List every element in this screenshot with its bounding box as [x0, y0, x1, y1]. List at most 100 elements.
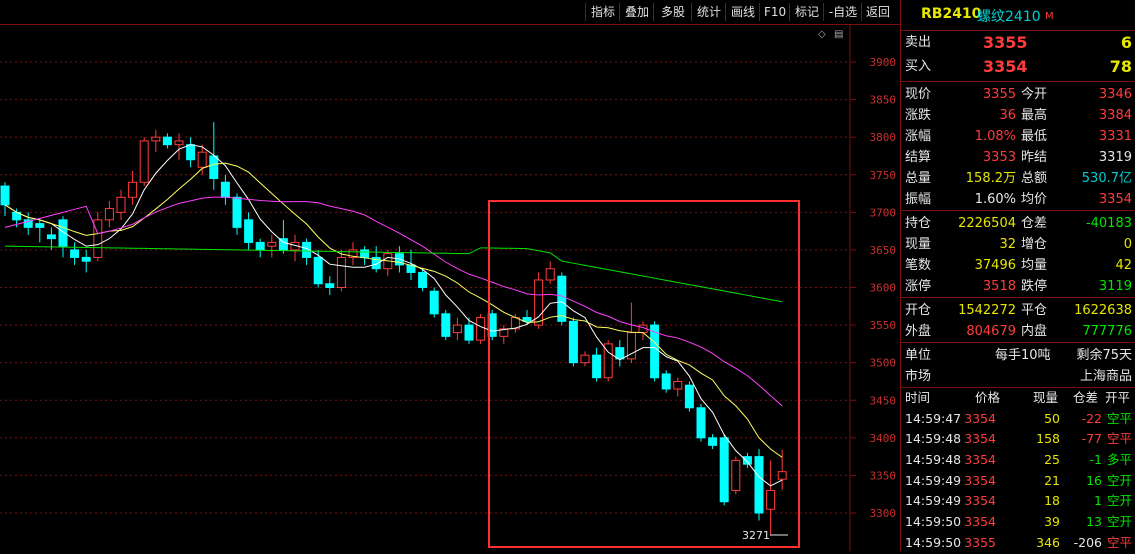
candle-body — [58, 219, 68, 247]
candle-body — [232, 196, 242, 228]
y-tick-label: 3600 — [870, 282, 897, 295]
quote-stats: 现价 3355 今开 3346 涨跌 36 最高 3384 涨幅 1.08% 最低 3331 结算 335… — [901, 82, 1135, 211]
candle-body — [708, 437, 718, 446]
y-tick-label: 3400 — [870, 432, 897, 445]
trade-header-cell: 仓差 — [1073, 390, 1099, 405]
quote-label: 结算 — [905, 150, 932, 165]
quote-value: 1.08% — [974, 129, 1016, 144]
trade-cell: 13 — [1086, 514, 1102, 530]
quote-label: 涨幅 — [905, 129, 932, 144]
quote-value: 3384 — [1098, 108, 1132, 123]
quote-row: 涨跌 36 最高 3384 — [901, 105, 1135, 126]
menu-icon: ▤ — [834, 29, 843, 40]
candle-body — [70, 249, 80, 258]
candle-body — [360, 249, 370, 258]
candle-body — [128, 181, 138, 198]
toolbar-button-7[interactable]: -自选 — [823, 3, 862, 21]
oi-label: 现量 — [905, 237, 932, 252]
candle-body — [139, 140, 149, 183]
candlestick-plot[interactable]: 3900 3850 3800 3750 3700 3650 3600 3550 3500 3450… — [0, 25, 900, 551]
toolbar-button-1[interactable]: 叠加 — [619, 3, 654, 21]
kline-chart[interactable]: 3900 3850 3800 3750 3700 3650 3600 3550 3500 3450… — [0, 25, 900, 551]
trade-cell: 空平 — [1106, 534, 1132, 550]
quote-value: 158.2万 — [965, 171, 1016, 186]
trade-cell: 3355 — [964, 534, 996, 550]
trade-cell: -22 — [1081, 410, 1102, 426]
trade-row: 14:59:50 3354 39 13 空开 — [901, 512, 1135, 533]
diamond-icon: ◇ — [818, 29, 826, 40]
trade-cell: -206 — [1073, 534, 1102, 550]
y-tick-label: 3850 — [870, 94, 897, 107]
bid-volume: 78 — [1109, 57, 1132, 76]
trade-cell: 3354 — [964, 514, 996, 530]
flow-value: 804679 — [966, 324, 1016, 339]
toolbar-button-8[interactable]: 返回 — [861, 3, 894, 21]
candle-body — [267, 241, 277, 247]
candle-body — [684, 384, 694, 409]
market-label: 市场 — [905, 369, 932, 384]
candle-body — [545, 268, 555, 281]
trade-header: 时间 价格 现量 仓差 开平 — [901, 388, 1135, 409]
candle-body — [615, 347, 625, 360]
toolbar-button-6[interactable]: 标记 — [789, 3, 824, 21]
oi-row: 持仓 2226504 仓差 -40183 — [901, 213, 1135, 234]
trade-cell: 1 — [1094, 493, 1102, 509]
remaining-days: 剩余75天 — [1076, 348, 1132, 363]
quote-label: 均价 — [1021, 192, 1048, 207]
flow-label: 平仓 — [1021, 303, 1048, 318]
trade-ticks[interactable]: 时间 价格 现量 仓差 开平 14:59:47 3354 50 -22 空平 14:59:48 335… — [901, 388, 1135, 554]
trade-cell: 空开 — [1106, 514, 1132, 530]
toolbar-button-5[interactable]: F10 — [759, 3, 790, 21]
candle-body — [116, 196, 126, 213]
trade-header-cell: 现量 — [1033, 390, 1059, 405]
bid-row[interactable]: 买入 3354 78 — [901, 55, 1135, 79]
quote-row: 结算 3353 昨结 3319 — [901, 147, 1135, 168]
instrument-header: RB2410 螺纹2410 M — [901, 0, 1135, 31]
flow-value: 1542272 — [958, 303, 1016, 318]
candle-body — [766, 489, 776, 510]
quote-row: 总量 158.2万 总额 530.7亿 — [901, 168, 1135, 189]
ask-label: 卖出 — [905, 35, 932, 50]
candle-body — [777, 471, 787, 480]
y-tick-label: 3900 — [870, 56, 897, 69]
trade-cell: 25 — [1044, 452, 1060, 468]
toolbar-button-3[interactable]: 统计 — [691, 3, 726, 21]
trade-cell: 14:59:50 — [905, 514, 962, 530]
trade-cell: 3354 — [964, 410, 996, 426]
oi-label: 仓差 — [1021, 216, 1048, 231]
quote-value: 3355 — [982, 87, 1016, 102]
order-book: 卖出 3355 6 买入 3354 78 — [901, 31, 1135, 82]
trade-cell: 14:59:49 — [905, 472, 962, 488]
candle-body — [220, 181, 230, 198]
y-tick-label: 3500 — [870, 357, 897, 370]
quote-label: 振幅 — [905, 192, 932, 207]
quote-value: 3319 — [1098, 150, 1132, 165]
oi-value: 0 — [1123, 237, 1132, 252]
trade-row: 14:59:47 3354 50 -22 空平 — [901, 409, 1135, 430]
trade-cell: -1 — [1089, 452, 1102, 468]
candle-body — [592, 354, 602, 379]
trade-cell: 158 — [1036, 431, 1060, 447]
y-tick-label: 3450 — [870, 394, 897, 407]
quote-label: 总量 — [905, 171, 932, 186]
toolbar-button-2[interactable]: 多股 — [653, 3, 692, 21]
unit-row: 单位 每手10吨 剩余75天 — [901, 345, 1135, 366]
y-tick-label: 3700 — [870, 206, 897, 219]
ask-volume: 6 — [1120, 33, 1132, 52]
candle-body — [162, 136, 172, 146]
toolbar-button-4[interactable]: 画线 — [725, 3, 760, 21]
contract-info: 单位 每手10吨 剩余75天 市场 上海商品 — [901, 343, 1135, 388]
candle-body — [174, 140, 184, 146]
trade-cell: 50 — [1044, 410, 1060, 426]
trade-cell: 3354 — [964, 452, 996, 468]
bid-label: 买入 — [905, 59, 932, 74]
toolbar-button-0[interactable]: 指标 — [585, 3, 620, 21]
trade-header-cell: 时间 — [905, 390, 931, 405]
ma60-line — [4, 245, 783, 303]
quote-row: 现价 3355 今开 3346 — [901, 84, 1135, 105]
quote-label: 涨跌 — [905, 108, 932, 123]
trade-header-cell: 开平 — [1105, 390, 1131, 405]
flow-value: 777776 — [1082, 324, 1132, 339]
ask-row[interactable]: 卖出 3355 6 — [901, 31, 1135, 55]
candle-body — [81, 256, 91, 262]
